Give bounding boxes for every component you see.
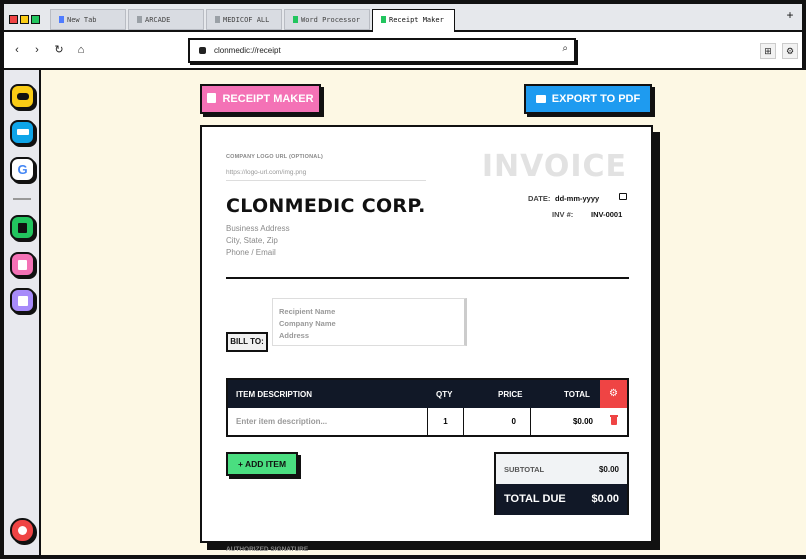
- page-icon: [215, 16, 220, 23]
- recipient-textarea[interactable]: Recipient Name Company Name Address: [272, 298, 467, 346]
- close-window-button[interactable]: [9, 15, 18, 24]
- item-total-value: $0.00: [572, 417, 593, 426]
- recipient-address-line: Address: [279, 331, 310, 340]
- receipt-maker-button[interactable]: RECEIPT MAKER: [200, 84, 321, 114]
- totals-box: SUBTOTAL $0.00 TOTAL DUE $0.00: [494, 452, 629, 515]
- browser-window: New Tab ARCADE MEDICOF ALL Word Processo…: [2, 2, 806, 557]
- tab-receipt-maker[interactable]: Receipt Maker: [372, 9, 455, 32]
- total-due-label: TOTAL DUE: [504, 493, 566, 505]
- user-icon: [18, 526, 27, 535]
- header-divider: [226, 277, 629, 279]
- maximize-window-button[interactable]: [31, 15, 40, 24]
- minimize-window-button[interactable]: [20, 15, 29, 24]
- site-icon: [199, 47, 206, 54]
- sidebar-divider: [13, 198, 31, 200]
- chevron-left-icon[interactable]: ‹: [10, 43, 24, 57]
- invoice-paper: COMPANY LOGO URL (OPTIONAL) https://logo…: [200, 125, 653, 543]
- invoice-number-label: INV #:: [552, 210, 574, 219]
- google-icon: G: [17, 162, 28, 177]
- item-qty-input[interactable]: 1: [428, 408, 464, 435]
- document-icon: [18, 223, 27, 233]
- reload-icon[interactable]: ↻: [52, 43, 66, 57]
- receipt-maker-main: RECEIPT MAKER EXPORT TO PDF COMPANY LOGO…: [43, 70, 806, 555]
- header-total: TOTAL: [564, 390, 590, 399]
- education-app-button[interactable]: [10, 120, 35, 145]
- table-settings-button[interactable]: ⚙: [600, 380, 627, 408]
- calendar-app-button[interactable]: [10, 288, 35, 313]
- logo-url-input[interactable]: https://logo-url.com/img.png: [226, 169, 426, 181]
- tab-arcade[interactable]: ARCADE: [128, 9, 204, 30]
- gear-icon: ⚙: [609, 388, 618, 399]
- invoice-title: INVOICE: [481, 149, 627, 184]
- home-icon[interactable]: ⌂: [74, 43, 88, 57]
- trash-icon[interactable]: [610, 415, 618, 425]
- add-item-button[interactable]: + ADD ITEM: [226, 452, 298, 476]
- logo-url-label: COMPANY LOGO URL (OPTIONAL): [226, 154, 324, 160]
- url-text: clonmedic://receipt: [214, 46, 281, 55]
- app-sidebar: G: [4, 70, 41, 555]
- navigation-bar: ‹ › ↻ ⌂ clonmedic://receipt ⌕ ⊞ ⚙: [4, 32, 802, 70]
- new-tab-button[interactable]: +: [782, 8, 798, 22]
- header-price: PRICE: [498, 390, 523, 399]
- export-pdf-button[interactable]: EXPORT TO PDF: [524, 84, 652, 114]
- receipt-icon: [18, 260, 27, 270]
- tab-word-processor[interactable]: Word Processor: [284, 9, 370, 30]
- subtotal-row: SUBTOTAL $0.00: [496, 454, 627, 484]
- subtotal-value: $0.00: [598, 465, 619, 474]
- printer-icon: [535, 95, 546, 103]
- calendar-icon[interactable]: [619, 193, 627, 200]
- header-qty: QTY: [436, 390, 453, 399]
- receipt-icon: [207, 93, 217, 103]
- graduation-cap-icon: [16, 129, 29, 135]
- tab-new-tab[interactable]: New Tab: [50, 9, 126, 30]
- total-due-value: $0.00: [591, 493, 619, 505]
- invoice-number-input[interactable]: INV-0001: [591, 210, 622, 219]
- page-icon: [137, 16, 142, 23]
- business-address-field[interactable]: Business Address: [226, 224, 290, 233]
- sitemap-icon[interactable]: ⊞: [760, 43, 776, 59]
- item-description-input[interactable]: Enter item description...: [228, 408, 428, 435]
- gamepad-app-button[interactable]: [10, 84, 35, 109]
- phone-email-field[interactable]: Phone / Email: [226, 248, 276, 257]
- google-app-button[interactable]: G: [10, 157, 35, 182]
- city-state-zip-field[interactable]: City, State, Zip: [226, 236, 278, 245]
- search-icon[interactable]: ⌕: [562, 43, 568, 54]
- tab-bar: New Tab ARCADE MEDICOF ALL Word Processo…: [4, 4, 802, 32]
- page-icon: [381, 16, 386, 23]
- page-icon: [59, 16, 64, 23]
- bill-to-label: BILL TO:: [226, 332, 268, 352]
- company-name-field[interactable]: CLONMEDIC CORP.: [226, 195, 426, 217]
- date-label: DATE:: [528, 194, 551, 203]
- items-table: ITEM DESCRIPTION QTY PRICE TOTAL ⚙ Enter…: [226, 378, 629, 437]
- recipient-name-line: Recipient Name: [279, 307, 336, 316]
- table-row: Enter item description... 1 0 $0.00: [228, 408, 627, 435]
- gamepad-icon: [16, 93, 29, 100]
- item-price-input[interactable]: 0: [464, 408, 531, 435]
- signature-label: AUTHORIZED SIGNATURE: [226, 546, 309, 553]
- gear-icon[interactable]: ⚙: [782, 43, 798, 59]
- chevron-right-icon[interactable]: ›: [30, 43, 44, 57]
- calendar-icon: [17, 296, 28, 306]
- total-due-row: TOTAL DUE $0.00: [496, 484, 627, 515]
- address-bar[interactable]: clonmedic://receipt ⌕: [188, 38, 576, 63]
- page-icon: [293, 16, 298, 23]
- date-input[interactable]: dd-mm-yyyy: [555, 194, 599, 203]
- word-app-button[interactable]: [10, 215, 35, 240]
- receipt-app-button[interactable]: [10, 252, 35, 277]
- table-header: ITEM DESCRIPTION QTY PRICE TOTAL ⚙: [228, 380, 627, 408]
- recipient-company-line: Company Name: [279, 319, 336, 328]
- subtotal-label: SUBTOTAL: [504, 465, 545, 474]
- profile-button[interactable]: [10, 518, 35, 543]
- header-description: ITEM DESCRIPTION: [236, 390, 313, 399]
- tab-medicof-all[interactable]: MEDICOF ALL: [206, 9, 282, 30]
